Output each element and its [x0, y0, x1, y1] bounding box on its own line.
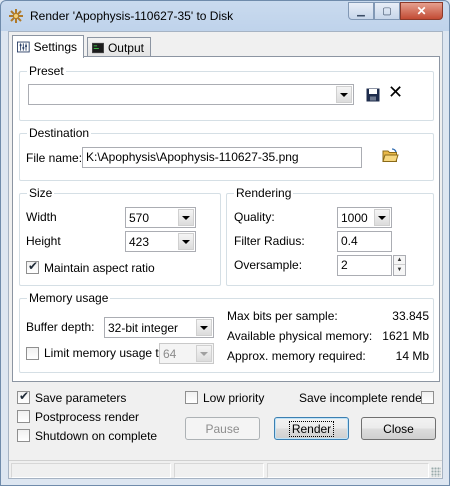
- limit-memory-checkbox[interactable]: [26, 347, 39, 360]
- low-priority-label[interactable]: Low priority: [203, 391, 264, 405]
- maximize-icon: ▢: [382, 5, 392, 17]
- height-label: Height: [26, 234, 61, 248]
- postprocess-checkbox[interactable]: [17, 410, 30, 423]
- render-button-label: Render: [288, 420, 335, 437]
- open-folder-icon[interactable]: [382, 148, 399, 163]
- close-button-label: Close: [383, 421, 414, 436]
- buffer-depth-value: 32-bit integer: [108, 321, 179, 335]
- file-name-label: File name:: [26, 151, 83, 165]
- chevron-down-icon[interactable]: [178, 233, 194, 250]
- height-value: 423: [129, 235, 150, 249]
- dialog-client: Settings Output Preset ✕ Destination Fil…: [8, 31, 443, 479]
- size-group: Size Width 570 Height 423 Maintain aspec…: [19, 186, 221, 286]
- quality-label: Quality:: [234, 210, 275, 224]
- close-icon: ✕: [416, 4, 427, 18]
- memory-group: Memory usage Buffer depth: 32-bit intege…: [19, 291, 434, 373]
- height-combobox[interactable]: 423: [125, 231, 196, 252]
- save-parameters-checkbox[interactable]: [17, 389, 30, 404]
- minimize-button[interactable]: ▁: [348, 2, 374, 20]
- close-button[interactable]: Close: [361, 417, 436, 440]
- shutdown-checkbox[interactable]: [17, 429, 30, 442]
- required-memory-value: 14 Mb: [395, 349, 429, 363]
- status-cell: [267, 463, 429, 478]
- spin-up-icon[interactable]: ▲: [394, 256, 405, 265]
- width-value: 570: [129, 211, 150, 225]
- preset-group: Preset ✕: [19, 64, 434, 121]
- pause-button-label: Pause: [205, 421, 240, 436]
- apophysis-app-icon: [9, 9, 23, 23]
- tab-output-label: Output: [107, 40, 144, 55]
- chevron-down-icon[interactable]: [196, 345, 212, 362]
- chevron-down-icon[interactable]: [374, 209, 390, 226]
- oversample-label: Oversample:: [234, 258, 303, 272]
- maintain-aspect-checkbox[interactable]: [26, 259, 39, 274]
- window-title: Render 'Apophysis-110627-35' to Disk: [30, 9, 234, 23]
- quality-value: 1000: [341, 211, 368, 225]
- save-incomplete-label[interactable]: Save incomplete renders: [299, 391, 432, 405]
- settings-sliders-icon: [17, 41, 30, 53]
- tab-output[interactable]: Output: [87, 37, 151, 57]
- buffer-depth-combobox[interactable]: 32-bit integer: [104, 317, 214, 338]
- console-icon: [92, 42, 104, 53]
- available-memory-label: Available physical memory:: [227, 329, 373, 343]
- max-bits-label: Max bits per sample:: [227, 309, 338, 323]
- file-name-input[interactable]: K:\Apophysis\Apophysis-110627-35.png: [82, 147, 362, 168]
- settings-panel: Preset ✕ Destination File name: K:\Apoph…: [12, 56, 440, 382]
- max-bits-value: 33.845: [392, 309, 429, 323]
- chevron-down-icon[interactable]: [178, 209, 194, 226]
- destination-group: Destination File name: K:\Apophysis\Apop…: [19, 126, 434, 181]
- postprocess-label[interactable]: Postprocess render: [35, 410, 139, 424]
- chevron-down-icon[interactable]: [336, 86, 352, 103]
- close-window-button[interactable]: ✕: [400, 2, 443, 20]
- tab-settings-label: Settings: [33, 40, 77, 54]
- preset-combobox[interactable]: [28, 84, 354, 105]
- width-combobox[interactable]: 570: [125, 207, 196, 228]
- limit-memory-value: 64: [163, 347, 177, 361]
- status-bar: [9, 460, 442, 478]
- save-parameters-label[interactable]: Save parameters: [35, 391, 126, 405]
- filter-radius-input[interactable]: 0.4: [337, 231, 392, 252]
- title-bar[interactable]: Render 'Apophysis-110627-35' to Disk ▁ ▢…: [1, 1, 449, 31]
- delete-preset-icon[interactable]: ✕: [388, 84, 403, 102]
- rendering-group: Rendering Quality: 1000 Filter Radius: 0…: [226, 186, 434, 286]
- low-priority-checkbox[interactable]: [185, 391, 198, 404]
- save-preset-icon[interactable]: [366, 88, 380, 102]
- limit-memory-label[interactable]: Limit memory usage to:: [44, 346, 169, 360]
- shutdown-label[interactable]: Shutdown on complete: [35, 429, 157, 443]
- render-dialog: Render 'Apophysis-110627-35' to Disk ▁ ▢…: [0, 0, 450, 486]
- maximize-button[interactable]: ▢: [374, 2, 400, 20]
- status-cell: [11, 463, 171, 478]
- size-legend: Size: [27, 186, 55, 200]
- spin-down-icon[interactable]: ▼: [394, 265, 405, 274]
- buffer-depth-label: Buffer depth:: [26, 320, 95, 334]
- destination-legend: Destination: [27, 126, 92, 140]
- status-cell: [174, 463, 264, 478]
- tab-settings[interactable]: Settings: [12, 35, 84, 58]
- maintain-aspect-label[interactable]: Maintain aspect ratio: [44, 261, 155, 275]
- quality-combobox[interactable]: 1000: [337, 207, 392, 228]
- oversample-input[interactable]: 2: [337, 255, 392, 276]
- oversample-spinner[interactable]: ▲ ▼: [393, 255, 406, 276]
- available-memory-value: 1621 Mb: [382, 329, 429, 343]
- window-controls: ▁ ▢ ✕: [348, 2, 443, 20]
- render-button[interactable]: Render: [274, 417, 349, 440]
- required-memory-label: Approx. memory required:: [227, 349, 366, 363]
- chevron-down-icon[interactable]: [196, 319, 212, 336]
- save-incomplete-checkbox[interactable]: [421, 391, 434, 404]
- limit-memory-combobox[interactable]: 64: [159, 343, 214, 364]
- rendering-legend: Rendering: [234, 186, 294, 200]
- memory-legend: Memory usage: [27, 291, 111, 305]
- pause-button[interactable]: Pause: [185, 417, 260, 440]
- width-label: Width: [26, 210, 57, 224]
- resize-grip-icon[interactable]: [431, 467, 441, 477]
- minimize-icon: ▁: [357, 5, 365, 17]
- preset-legend: Preset: [27, 64, 66, 78]
- filter-radius-label: Filter Radius:: [234, 234, 305, 248]
